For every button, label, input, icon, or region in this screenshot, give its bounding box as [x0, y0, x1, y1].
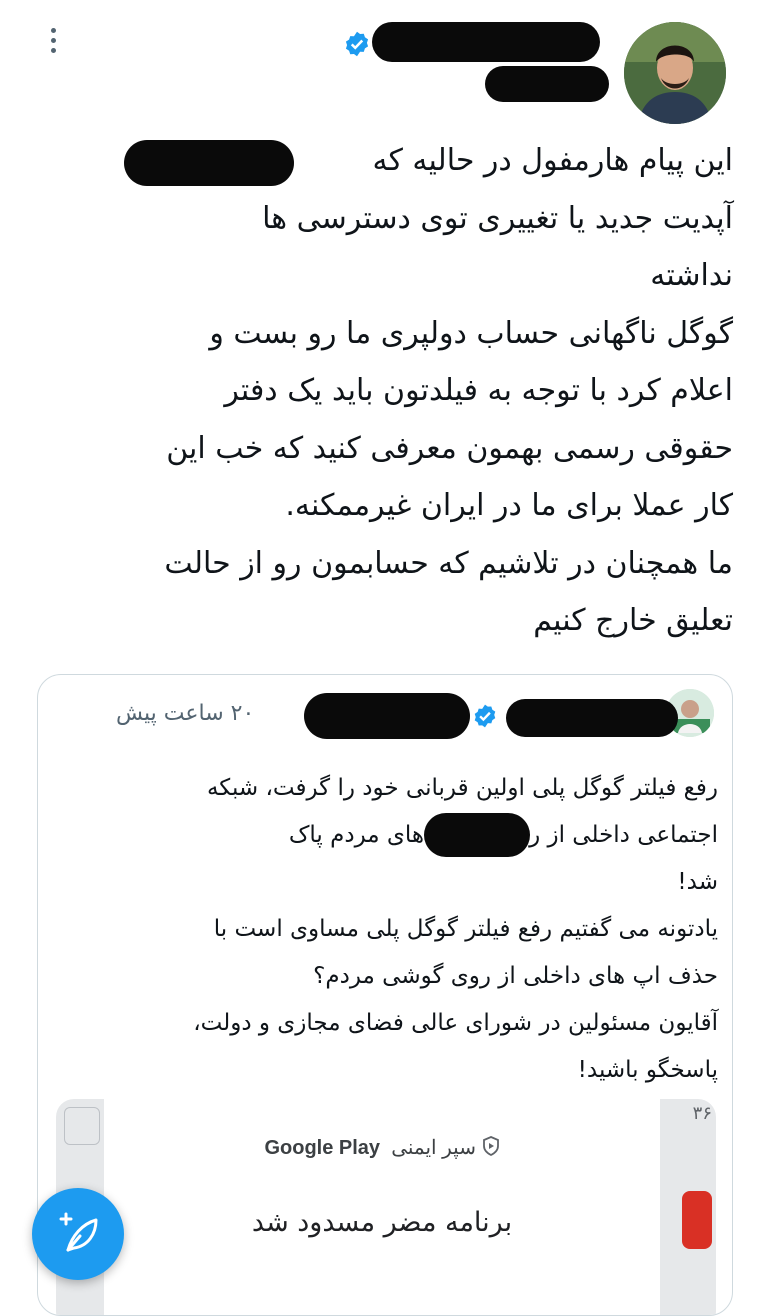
quoted-tweet-text: رفع فیلتر گوگل پلی اولین قربانی خود را گ…: [58, 765, 718, 1094]
tweet-line: ما همچنان در تلاشیم که حسابمون رو از حال…: [164, 545, 733, 581]
quoted-line: اجتماعی داخلی از روی گوشی های مردم پاک: [288, 822, 718, 848]
quoted-line: یادتونه می گفتیم رفع فیلتر گوگل پلی مساو…: [213, 916, 718, 942]
redacted-quoted-handle: [506, 699, 678, 737]
quoted-media-image[interactable]: ۳۶ Google Play سپر ایمنی برنامه مضر مسدو…: [56, 1099, 716, 1315]
tweet-text: این پیام هارمفول در حالیه که آپدیت جدید ی…: [33, 132, 733, 650]
blocked-headline: برنامه مضر مسدود شد: [251, 1207, 513, 1238]
media-background-frame: [64, 1107, 100, 1145]
redacted-handle: [485, 66, 609, 102]
quoted-line: پاسخگو باشید!: [577, 1057, 718, 1083]
quoted-timestamp: ۲۰ ساعت پیش: [116, 701, 255, 726]
redacted-quoted-name: [304, 693, 470, 739]
tweet-line: اعلام کرد با توجه به فیلدتون باید یک دفت…: [224, 373, 733, 408]
redacted-app-name: [424, 813, 530, 857]
author-avatar[interactable]: [624, 22, 726, 124]
play-protect-shield-icon: [482, 1135, 500, 1162]
verified-badge-icon: [472, 703, 498, 729]
quoted-line: حذف اپ های داخلی از روی گوشی مردم؟: [313, 963, 718, 989]
media-app-icon: [682, 1191, 712, 1249]
tweet-line: گوگل ناگهانی حساب دولپری ما رو بست و: [209, 315, 733, 351]
tweet-line: تعلیق خارج کنیم: [533, 603, 733, 638]
redacted-display-name: [372, 22, 600, 62]
play-protect-dialog: Google Play سپر ایمنی برنامه مضر مسدود ش…: [104, 1099, 660, 1315]
verified-badge-icon: [343, 30, 371, 58]
quoted-tweet[interactable]: ۲۰ ساعت پیش رفع فیلتر گوگل پلی اولین قرب…: [37, 674, 733, 1316]
quoted-line: آقایون مسئولین در شورای عالی فضای مجازی …: [193, 1010, 718, 1036]
play-shield-label: سپر ایمنی: [391, 1137, 476, 1159]
media-corner-number: ۳۶: [692, 1103, 712, 1124]
google-play-header: Google Play سپر ایمنی: [104, 1135, 660, 1162]
google-play-label: Google Play: [264, 1137, 381, 1159]
quoted-line: شد!: [677, 869, 718, 895]
tweet-line: حقوقی رسمی بهمون معرفی کنید که خب این: [166, 430, 733, 466]
quoted-line: رفع فیلتر گوگل پلی اولین قربانی خود را گ…: [206, 775, 718, 801]
compose-button[interactable]: [32, 1188, 124, 1280]
compose-feather-icon: [59, 1212, 98, 1252]
more-options-icon[interactable]: [44, 28, 62, 60]
tweet-line: آپدیت جدید یا تغییری توی دسترسی ها: [262, 200, 733, 236]
tweet-line: نداشته: [650, 258, 733, 293]
tweet-line: کار عملا برای ما در ایران غیرممکنه.: [285, 488, 733, 523]
redacted-mention: [124, 140, 294, 186]
